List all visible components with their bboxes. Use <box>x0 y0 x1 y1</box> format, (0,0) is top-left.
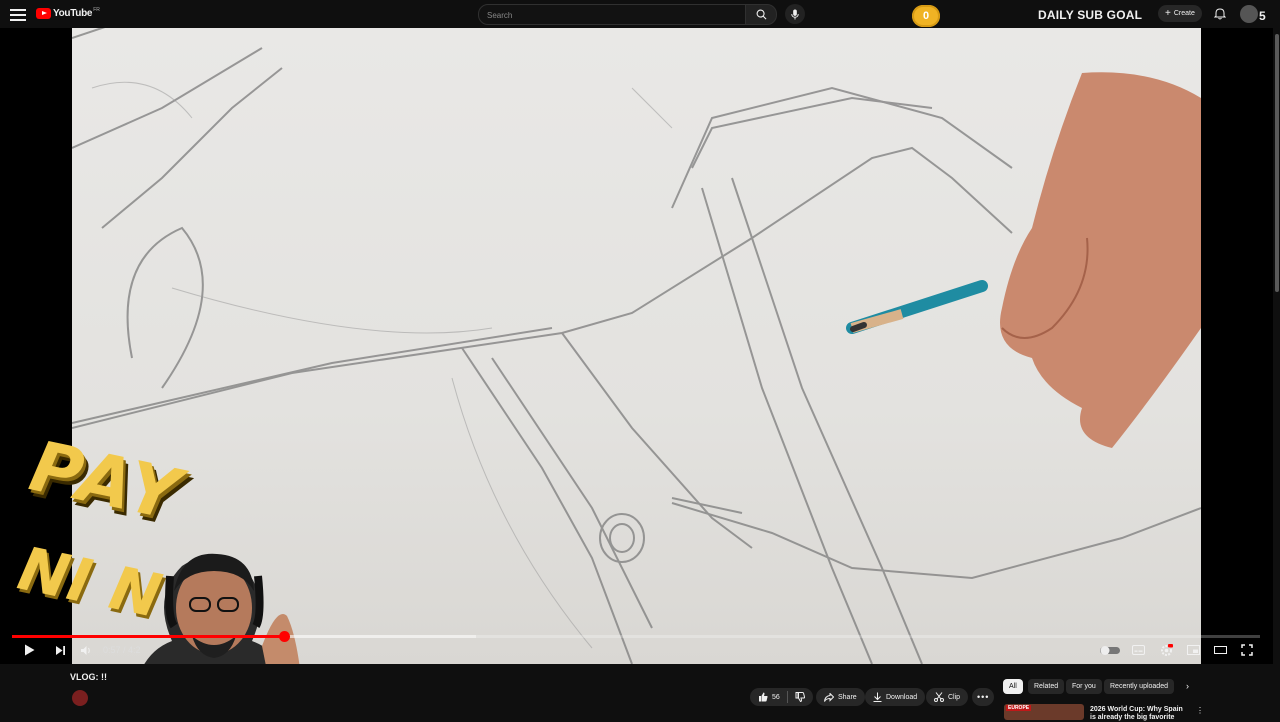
autoplay-toggle-icon <box>1100 645 1120 655</box>
chip-recently-uploaded[interactable]: Recently uploaded <box>1104 679 1174 694</box>
like-count: 56 <box>772 693 780 701</box>
player-controls: 0:57 / 4:2 <box>0 630 1273 664</box>
search-button[interactable] <box>745 4 777 25</box>
play-button[interactable] <box>19 642 39 658</box>
more-actions-button[interactable]: ••• <box>972 688 995 706</box>
below-player-area: VLOG: !! 56 Share Download Clip ••• All … <box>0 664 1280 721</box>
voice-search-button[interactable] <box>785 4 805 24</box>
chevron-right-icon[interactable]: › <box>1186 681 1189 691</box>
chip-all[interactable]: All <box>1003 679 1023 694</box>
duration: 4:2 <box>128 645 141 655</box>
time-separator: / <box>120 645 129 655</box>
recommended-tag: EUROPE <box>1006 705 1032 711</box>
time-display: 0:57 / 4:2 <box>103 645 141 655</box>
download-icon <box>873 692 882 702</box>
bell-icon <box>1213 8 1227 20</box>
scissors-icon <box>934 692 944 702</box>
subtitles-icon <box>1131 645 1145 655</box>
plus-icon: + <box>1165 7 1171 19</box>
miniplayer-icon <box>1186 645 1200 655</box>
skip-next-icon <box>55 645 65 655</box>
channel-avatar[interactable] <box>72 690 88 706</box>
sub-goal-label: DAILY SUB GOAL <box>1038 8 1143 22</box>
hand-shape <box>1000 72 1201 449</box>
autoplay-toggle[interactable] <box>1100 642 1120 658</box>
logo-text: YouTube <box>53 8 93 19</box>
miniplayer-button[interactable] <box>1183 642 1203 658</box>
download-label: Download <box>886 693 918 701</box>
account-avatar[interactable] <box>1240 5 1258 23</box>
more-vertical-icon[interactable]: ⋮ <box>1196 706 1204 715</box>
fullscreen-icon <box>1241 644 1253 656</box>
notifications-button[interactable] <box>1213 7 1228 21</box>
sub-goal-count: 5 <box>1259 9 1266 23</box>
youtube-logo[interactable]: YouTube FR <box>36 6 100 19</box>
video-title: VLOG: !! <box>70 672 107 682</box>
thumbs-down-icon <box>795 692 805 702</box>
region-code: FR <box>93 6 100 13</box>
microphone-icon <box>791 8 799 20</box>
fullscreen-button[interactable] <box>1237 642 1257 658</box>
search-icon <box>756 9 766 20</box>
search-input[interactable] <box>479 7 735 24</box>
current-time: 0:57 <box>103 645 121 655</box>
subtitles-button[interactable] <box>1128 642 1148 658</box>
share-icon <box>824 692 834 702</box>
volume-icon <box>81 645 90 655</box>
progress-bar[interactable] <box>12 631 1260 642</box>
gear-icon <box>1160 643 1173 656</box>
like-button[interactable]: 56 <box>750 688 813 706</box>
top-bar: YouTube FR 0 DAILY SUB GOAL + Create 5 <box>0 0 1280 28</box>
more-horizontal-icon: ••• <box>977 692 990 702</box>
clip-label: Clip <box>948 693 961 701</box>
chip-related[interactable]: Related <box>1028 679 1065 694</box>
scrollbar-thumb[interactable] <box>1275 34 1279 292</box>
settings-button[interactable] <box>1156 642 1176 658</box>
like-divider <box>786 691 788 703</box>
next-button[interactable] <box>50 642 70 658</box>
share-button[interactable]: Share <box>816 688 865 706</box>
hamburger-menu-icon[interactable] <box>10 6 26 22</box>
youtube-play-icon <box>36 8 51 19</box>
mute-button[interactable] <box>76 642 96 658</box>
create-label: Create <box>1173 10 1195 17</box>
share-label: Share <box>838 693 857 701</box>
chip-for-you[interactable]: For you <box>1066 679 1102 694</box>
thumbs-up-icon <box>759 692 768 702</box>
page-scrollbar[interactable] <box>1274 28 1280 664</box>
theater-mode-button[interactable] <box>1210 642 1230 658</box>
played-bar <box>12 635 285 638</box>
play-icon <box>24 644 34 656</box>
recommended-thumbnail[interactable]: EUROPE <box>1004 704 1084 720</box>
search-box <box>478 4 746 25</box>
create-button[interactable]: + Create <box>1158 5 1202 22</box>
sub-goal-badge: 0 <box>912 5 940 27</box>
scrubber-handle[interactable] <box>279 631 291 642</box>
theater-mode-icon <box>1213 646 1227 654</box>
download-button[interactable]: Download <box>865 688 926 706</box>
clip-button[interactable]: Clip <box>926 688 969 706</box>
